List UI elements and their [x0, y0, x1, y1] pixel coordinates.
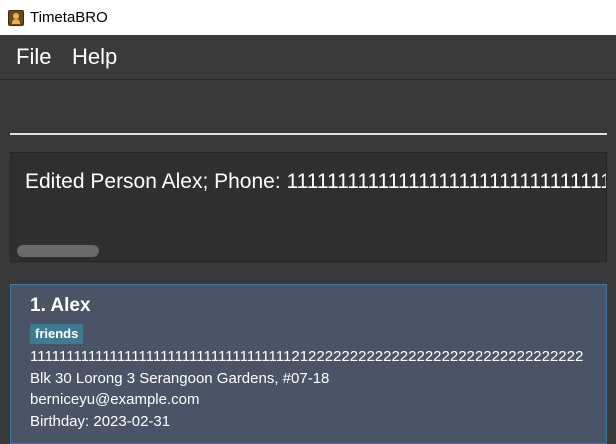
menu-help[interactable]: Help [72, 44, 117, 70]
tag-badge: friends [30, 324, 84, 344]
result-text: Edited Person Alex; Phone: 1111111111111… [25, 170, 606, 193]
window-title: TimetaBRO [30, 9, 108, 26]
menu-bar: File Help [0, 35, 616, 80]
person-address: Blk 30 Lorong 3 Serangoon Gardens, #07-1… [30, 370, 330, 387]
menu-file[interactable]: File [16, 44, 51, 70]
result-display: Edited Person Alex; Phone: 1111111111111… [10, 152, 607, 262]
person-phone: 1111111111111111111111111111111111112122… [30, 348, 584, 365]
title-bar: TimetaBRO [0, 0, 616, 35]
person-list: 1. Alex friends 111111111111111111111111… [0, 272, 616, 444]
person-card[interactable]: 1. Alex friends 111111111111111111111111… [10, 284, 607, 444]
person-email: berniceyu@example.com [30, 391, 200, 408]
person-birthday: Birthday: 2023-02-31 [30, 413, 171, 430]
horizontal-scrollbar[interactable] [17, 245, 99, 257]
command-input[interactable] [10, 93, 607, 135]
app-icon [8, 9, 24, 26]
command-box-area [0, 80, 616, 142]
result-display-area: Edited Person Alex; Phone: 1111111111111… [0, 145, 616, 269]
person-name: 1. Alex [30, 295, 91, 316]
